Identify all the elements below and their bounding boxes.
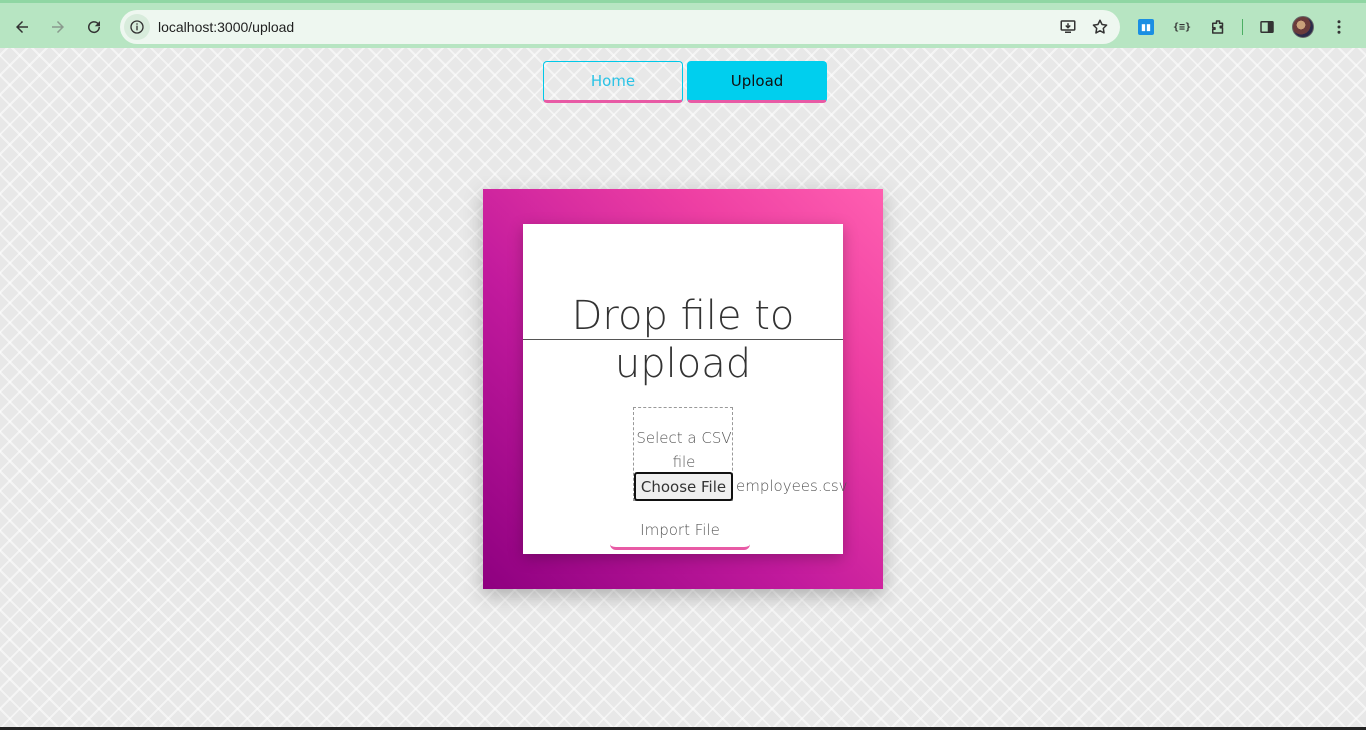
upload-title: Drop file to upload xyxy=(571,293,795,387)
json-extension-icon[interactable]: {≡} xyxy=(1168,13,1196,41)
url-text[interactable]: localhost:3000/upload xyxy=(158,19,294,35)
toolbar-separator xyxy=(1242,19,1243,35)
reload-icon[interactable] xyxy=(80,13,108,41)
back-icon[interactable] xyxy=(8,13,36,41)
title-divider xyxy=(523,339,843,340)
forward-icon[interactable] xyxy=(44,13,72,41)
install-app-icon[interactable] xyxy=(1056,15,1080,39)
selected-file-name: employees.csv xyxy=(736,477,848,495)
side-panel-icon[interactable] xyxy=(1253,13,1281,41)
dropzone-label: Select a CSV file xyxy=(636,429,732,471)
address-bar[interactable]: localhost:3000/upload xyxy=(120,10,1120,44)
trello-extension-icon[interactable]: ▮▮ xyxy=(1132,13,1160,41)
top-nav: Home Upload xyxy=(543,61,827,103)
upload-card: Drop file to upload Select a CSV file Ch… xyxy=(523,224,848,554)
bookmark-star-icon[interactable] xyxy=(1088,15,1112,39)
home-button[interactable]: Home xyxy=(543,61,683,103)
import-file-button[interactable]: Import File xyxy=(610,512,750,550)
menu-kebab-icon[interactable] xyxy=(1325,13,1353,41)
upload-button[interactable]: Upload xyxy=(687,61,827,103)
extensions-puzzle-icon[interactable] xyxy=(1204,13,1232,41)
profile-avatar[interactable] xyxy=(1289,13,1317,41)
site-info-icon[interactable] xyxy=(124,14,150,40)
choose-file-button[interactable]: Choose File xyxy=(634,472,733,501)
browser-toolbar: localhost:3000/upload ▮▮ {≡} xyxy=(0,0,1366,48)
upload-card-frame: Drop file to upload Select a CSV file Ch… xyxy=(483,189,883,589)
